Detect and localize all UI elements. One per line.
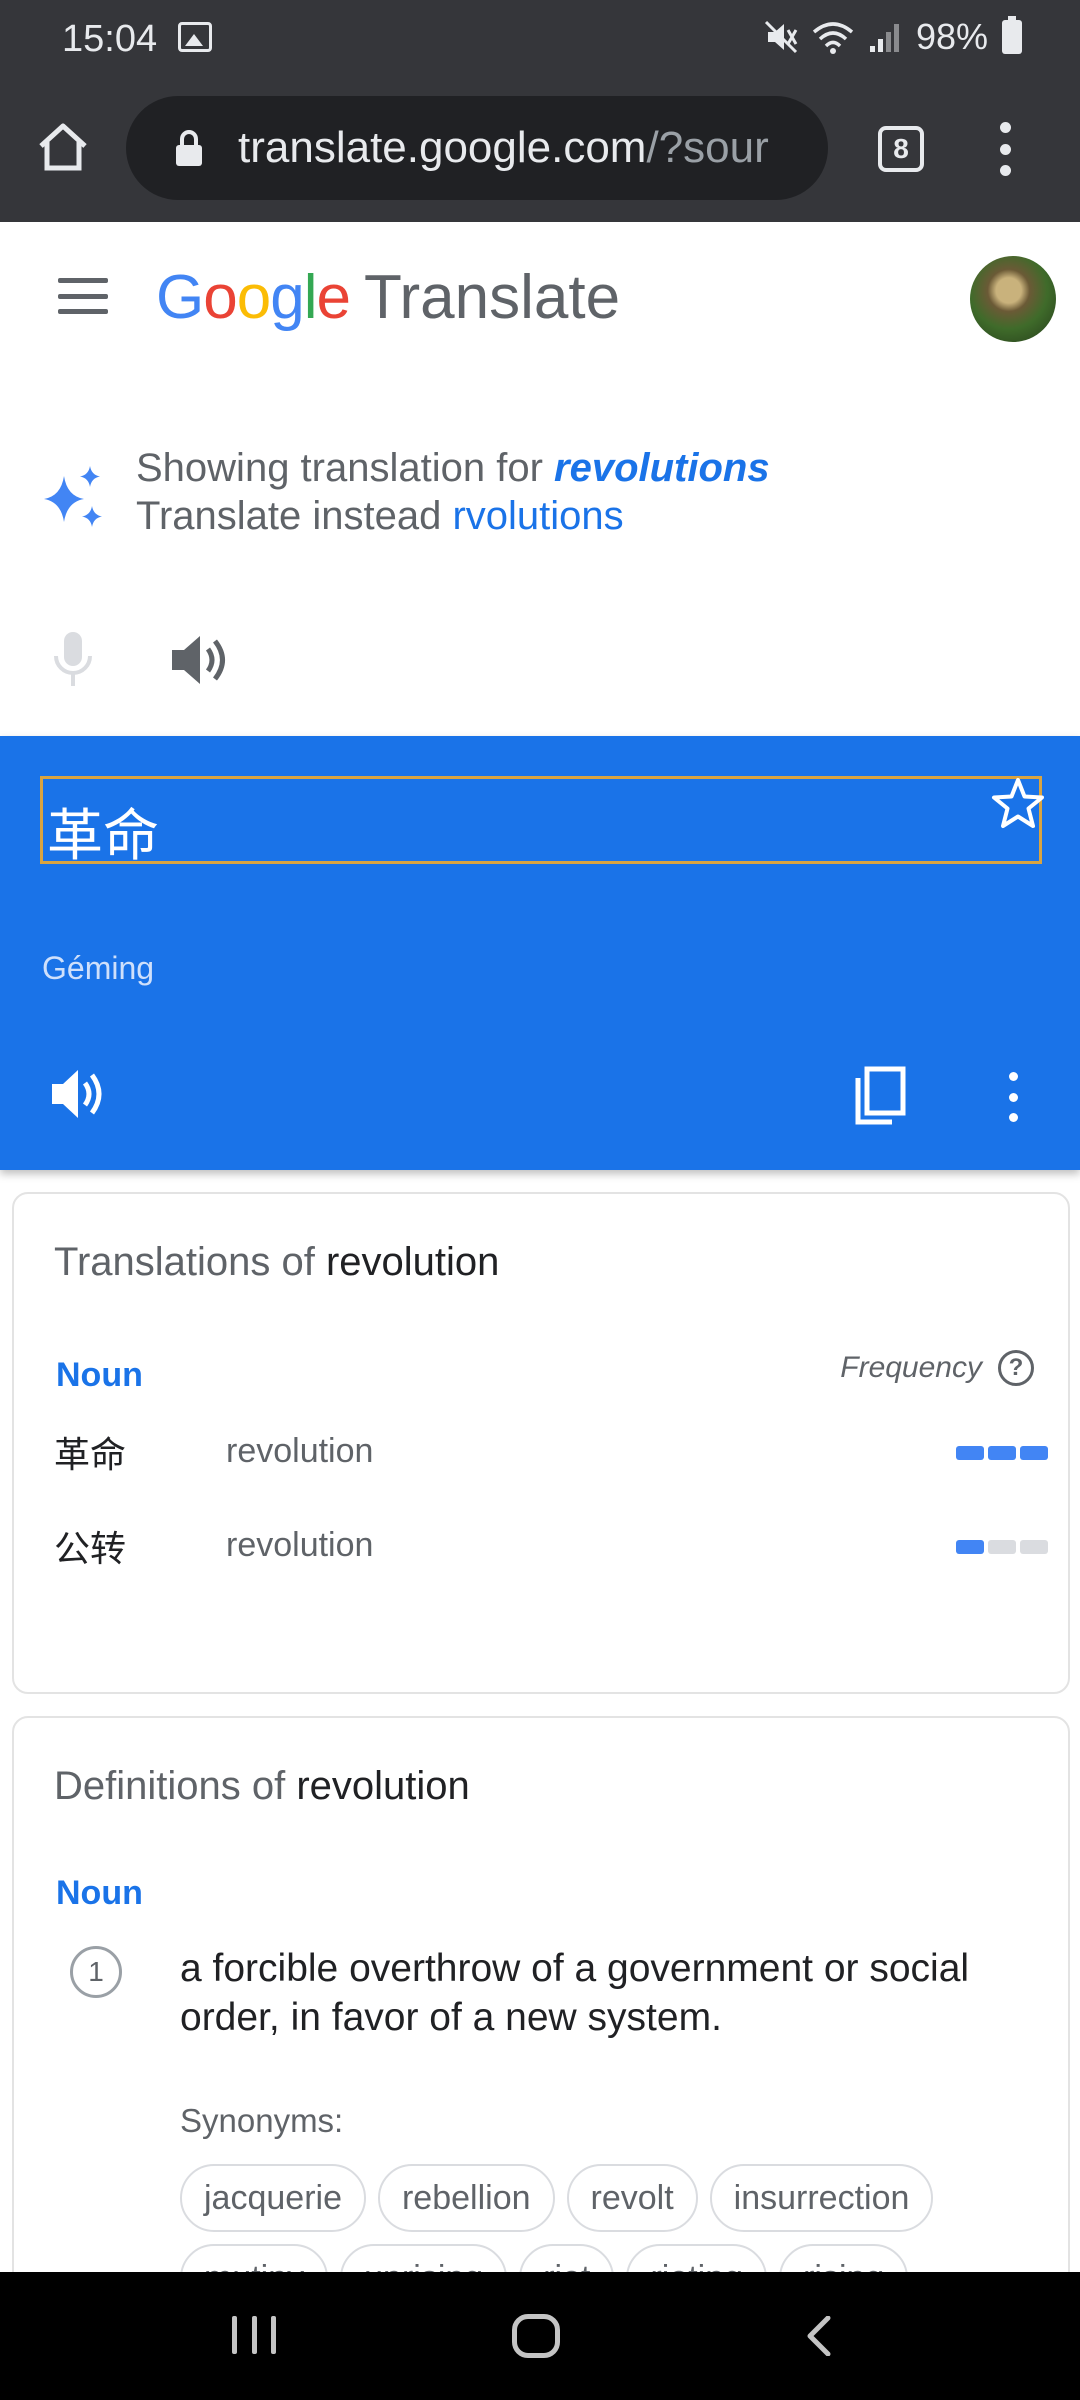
app-header: Google Translate xyxy=(0,222,1080,372)
help-icon[interactable]: ? xyxy=(998,1350,1034,1386)
overflow-menu-icon[interactable] xyxy=(1000,1072,1026,1122)
sparkle-icon xyxy=(44,466,102,527)
showing-prefix: Showing translation for xyxy=(136,446,555,490)
logo-product-name: Translate xyxy=(363,263,621,332)
synonym-chip[interactable]: jacquerie xyxy=(180,2164,366,2232)
logo-letter-o2: o xyxy=(236,263,271,332)
definition-number: 1 xyxy=(70,1946,122,1998)
translations-title-prefix: Translations of xyxy=(54,1240,326,1284)
synonym-chip[interactable]: insurrection xyxy=(709,2164,934,2232)
translation-result: 革命 Géming xyxy=(0,736,1080,1170)
speaker-icon[interactable] xyxy=(168,632,228,688)
translation-row[interactable]: 革命 revolution xyxy=(54,1426,1048,1486)
battery-icon xyxy=(1002,16,1022,54)
frequency-label: Frequency xyxy=(840,1351,982,1384)
original-word-link[interactable]: rvolutions xyxy=(452,494,623,538)
frequency-header: Frequency ? xyxy=(840,1350,1034,1386)
definition-text: a forcible overthrow of a government or … xyxy=(180,1947,970,2039)
status-time: 15:04 xyxy=(62,18,158,60)
battery-percent: 98% xyxy=(915,16,988,57)
synonym-chip[interactable]: rebellion xyxy=(377,2164,555,2232)
status-bar: 15:04 98% xyxy=(0,0,1080,78)
google-translate-logo[interactable]: Google Translate xyxy=(156,262,620,333)
romanization-text: Géming xyxy=(42,950,155,986)
address-bar[interactable]: translate.google.com/?sour xyxy=(126,96,828,200)
corrected-word-link[interactable]: revolutions xyxy=(554,446,770,490)
translate-instead-text: Translate instead rvolutions xyxy=(136,494,624,539)
part-of-speech: Noun xyxy=(56,1356,143,1394)
lock-icon xyxy=(176,130,202,166)
hamburger-icon[interactable] xyxy=(58,278,108,314)
speaker-icon[interactable] xyxy=(48,1066,104,1122)
translation-output[interactable]: 革命 xyxy=(40,776,1042,869)
wifi-icon xyxy=(812,22,854,54)
logo-letter-g: G xyxy=(156,263,204,332)
url-path: /?sour xyxy=(646,123,769,172)
mute-icon xyxy=(764,20,798,54)
mic-icon[interactable] xyxy=(50,630,96,690)
translation-meaning: revolution xyxy=(226,1526,374,1564)
translations-title: Translations of revolution xyxy=(54,1240,499,1285)
definitions-title-word: revolution xyxy=(296,1764,470,1808)
logo-letter-e: e xyxy=(316,263,350,332)
synonym-chip[interactable]: revolt xyxy=(566,2164,698,2232)
translation-word: 革命 xyxy=(54,1435,127,1476)
star-icon[interactable] xyxy=(990,776,1046,832)
logo-letter-o1: o xyxy=(203,263,237,332)
translated-word: 革命 xyxy=(47,804,159,869)
synonyms-label: Synonyms: xyxy=(180,2102,344,2139)
definitions-title: Definitions of revolution xyxy=(54,1764,470,1809)
copy-icon[interactable] xyxy=(852,1066,906,1126)
browser-toolbar: translate.google.com/?sour 8 xyxy=(0,78,1080,222)
recents-icon[interactable] xyxy=(232,2316,276,2354)
frequency-bars xyxy=(956,1446,1048,1460)
image-notification-icon xyxy=(178,22,212,52)
part-of-speech: Noun xyxy=(56,1874,143,1912)
frequency-bars xyxy=(956,1540,1048,1554)
translations-title-word: revolution xyxy=(325,1240,500,1284)
showing-translation-text: Showing translation for revolutions xyxy=(136,446,770,491)
nav-home-icon[interactable] xyxy=(512,2314,560,2358)
back-icon[interactable] xyxy=(800,2316,840,2356)
translation-word: 公转 xyxy=(54,1529,127,1570)
instead-prefix: Translate instead xyxy=(136,494,453,538)
definitions-title-prefix: Definitions of xyxy=(54,1764,297,1808)
spelling-suggestion: Showing translation for revolutions Tran… xyxy=(0,430,1080,570)
url-host: translate.google.com xyxy=(238,123,647,172)
tabs-icon[interactable]: 8 xyxy=(878,126,924,172)
translation-row[interactable]: 公转 revolution xyxy=(54,1520,1048,1580)
logo-letter-l: l xyxy=(303,263,318,332)
home-icon[interactable] xyxy=(36,120,90,174)
translation-meaning: revolution xyxy=(226,1432,374,1470)
logo-letter-g2: g xyxy=(270,263,304,332)
status-icons: 98% xyxy=(764,16,1022,58)
signal-icon xyxy=(869,24,899,52)
overflow-menu-icon[interactable] xyxy=(990,122,1020,176)
translations-card: Translations of revolution Noun Frequenc… xyxy=(12,1192,1070,1694)
avatar[interactable] xyxy=(970,256,1056,342)
system-navigation-bar xyxy=(0,2272,1080,2400)
